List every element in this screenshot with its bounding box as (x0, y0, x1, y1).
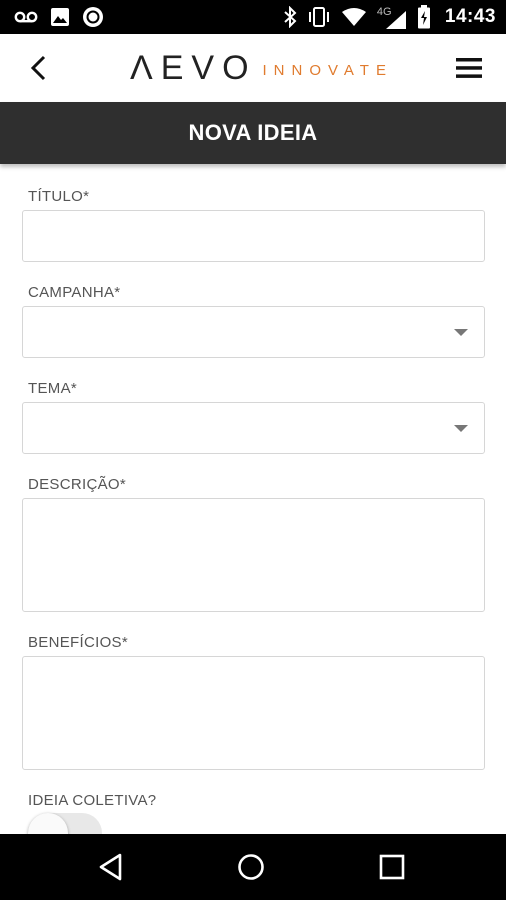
signal-icon (385, 11, 406, 29)
ideia-coletiva-toggle[interactable] (28, 813, 102, 834)
titulo-input[interactable] (22, 210, 485, 262)
chevron-left-icon[interactable] (24, 52, 56, 84)
descricao-textarea[interactable] (22, 498, 485, 612)
status-bar: 4G 14:43 (0, 0, 506, 34)
descricao-label: DESCRIÇÃO* (28, 476, 127, 493)
back-triangle-icon[interactable] (96, 852, 126, 882)
status-time: 14:43 (444, 6, 496, 27)
voicemail-icon (14, 11, 38, 23)
system-nav-bar (0, 834, 506, 900)
wifi-icon (341, 8, 366, 26)
beneficios-textarea[interactable] (22, 656, 485, 770)
app-header: ΛEVO INNOVATE (0, 34, 506, 102)
beneficios-label: BENEFÍCIOS* (28, 634, 128, 651)
tema-label: TEMA* (28, 380, 78, 397)
logo-sub-text: INNOVATE (262, 61, 393, 79)
page-title-bar: NOVA IDEIA (0, 102, 506, 164)
vibrate-icon (308, 7, 329, 27)
signal-group: 4G (377, 4, 407, 30)
dropdown-caret-icon (454, 329, 468, 336)
hamburger-menu-icon[interactable] (456, 56, 482, 80)
home-circle-icon[interactable] (236, 852, 266, 882)
status-right-icons: 4G 14:43 (283, 0, 496, 34)
tema-select[interactable] (22, 402, 485, 454)
bluetooth-icon (284, 6, 297, 28)
battery-icon (417, 5, 430, 29)
new-idea-form: TÍTULO* CAMPANHA* TEMA* DESCRIÇÃO* BENEF… (0, 164, 506, 834)
logo-main-text: ΛEVO (130, 48, 257, 87)
brand-logo: ΛEVO INNOVATE (130, 48, 393, 87)
page-title: NOVA IDEIA (188, 120, 318, 145)
titulo-label: TÍTULO* (28, 188, 90, 205)
campanha-select[interactable] (22, 306, 485, 358)
dropdown-caret-icon (454, 425, 468, 432)
status-left-icons (14, 6, 104, 28)
recents-square-icon[interactable] (377, 852, 407, 882)
image-icon (51, 8, 69, 26)
circle-app-icon (83, 7, 103, 27)
ideia-coletiva-label: IDEIA COLETIVA? (28, 792, 157, 809)
campanha-label: CAMPANHA* (28, 284, 121, 301)
toggle-knob (28, 813, 68, 834)
